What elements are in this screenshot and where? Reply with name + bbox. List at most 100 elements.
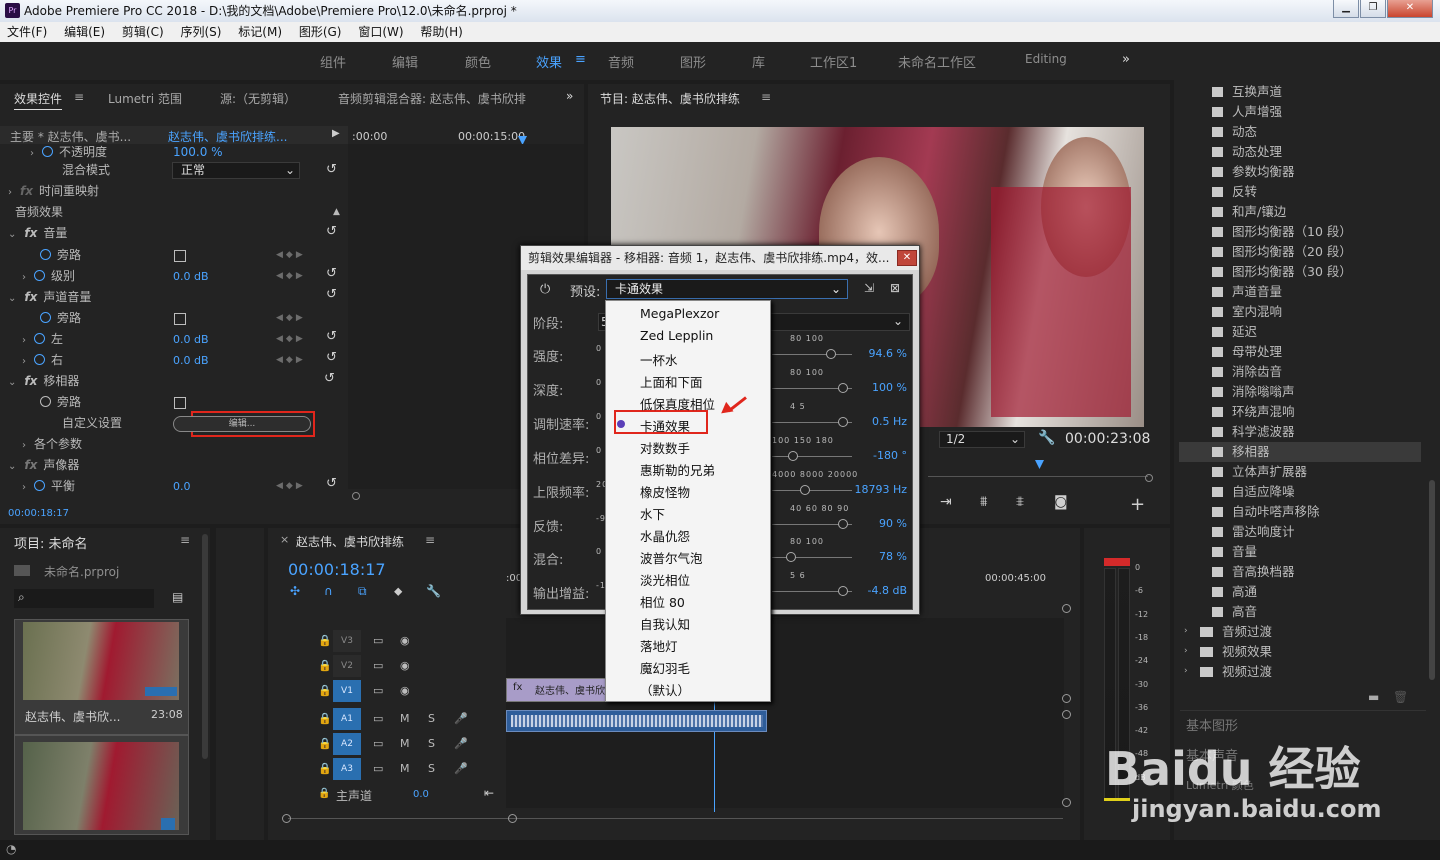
bypass-channel-checkbox[interactable]: [174, 313, 186, 325]
preset-menu-item[interactable]: 橡皮怪物: [640, 482, 690, 501]
master-lock-icon[interactable]: 🔒: [318, 788, 330, 799]
add-marker-icon[interactable]: ⬥: [394, 584, 402, 599]
eye-icon[interactable]: ◉: [400, 684, 410, 697]
effect-item[interactable]: 雷达响度计: [1212, 522, 1417, 542]
keyframe-nav-icon[interactable]: ◀◆▶: [276, 250, 306, 260]
menu-edit[interactable]: 编辑(E): [58, 22, 111, 42]
timeline-vscroll-bottom[interactable]: [1062, 798, 1071, 807]
more-workspaces-icon[interactable]: »: [1122, 52, 1130, 67]
preset-menu-item[interactable]: 上面和下面: [640, 372, 703, 391]
effect-item[interactable]: 室内混响: [1212, 302, 1417, 322]
edit-custom-setup-button[interactable]: 编辑...: [173, 416, 311, 432]
program-monitor-tab[interactable]: 节目: 赵志伟、虞书欣排练: [600, 90, 740, 107]
menu-help[interactable]: 帮助(H): [414, 22, 468, 42]
dialog-slider-track[interactable]: [772, 490, 852, 491]
dialog-slider-knob[interactable]: [838, 417, 848, 427]
sync-lock-icon[interactable]: ▭: [373, 684, 383, 697]
save-preset-icon[interactable]: ⇲: [864, 281, 874, 295]
reset-balance-icon[interactable]: ↺: [326, 476, 337, 491]
timeline-vscroll-mid[interactable]: [1062, 694, 1071, 703]
workspace-tab-untitled[interactable]: 未命名工作区: [898, 52, 976, 71]
effect-item[interactable]: 科学滤波器: [1212, 422, 1417, 442]
preset-menu-item[interactable]: 一杯水: [640, 350, 678, 369]
play-clip-icon[interactable]: ▶: [332, 128, 340, 139]
bypass-volume-checkbox[interactable]: [174, 250, 186, 262]
workspace-tab-editing[interactable]: 编辑: [392, 52, 418, 71]
reset-level-icon[interactable]: ↺: [326, 266, 337, 281]
folder-video-effects[interactable]: 视频效果: [1200, 642, 1405, 662]
sequence-tab[interactable]: 赵志伟、虞书欣排练: [296, 533, 404, 550]
dialog-param-value[interactable]: 90 %: [879, 517, 907, 530]
tab-effect-controls[interactable]: 效果控件: [14, 90, 62, 107]
project-tab[interactable]: 项目: 未命名: [14, 533, 88, 552]
camera-icon[interactable]: ◙: [1054, 494, 1068, 510]
track-target-v2[interactable]: V2: [333, 655, 361, 677]
project-search-input[interactable]: ⌕: [14, 589, 154, 608]
preset-menu-item[interactable]: 卡通效果: [640, 416, 690, 435]
delete-icon[interactable]: 🗑: [1393, 690, 1408, 704]
sync-lock-icon[interactable]: ▭: [373, 762, 383, 775]
playback-resolution-select[interactable]: 1/2 ⌄: [939, 431, 1025, 448]
dialog-slider-knob[interactable]: [786, 552, 796, 562]
new-folder-icon[interactable]: ▬: [1368, 690, 1379, 704]
microphone-icon[interactable]: 🎤: [454, 712, 468, 725]
dialog-slider-knob[interactable]: [788, 451, 798, 461]
tab-lumetri-scopes[interactable]: Lumetri 范围: [108, 90, 182, 107]
timeline-zoom-handle-right[interactable]: [508, 814, 517, 823]
dialog-slider-knob[interactable]: [838, 519, 848, 529]
ec-timecode[interactable]: 00:00:18:17: [8, 508, 69, 519]
new-bin-icon[interactable]: ▤: [172, 590, 183, 604]
nest-icon[interactable]: ✣: [290, 584, 300, 598]
track-target-a3[interactable]: A3: [333, 758, 361, 780]
preset-menu-item[interactable]: 淡光相位: [640, 570, 690, 589]
program-timecode[interactable]: 00:00:23:08: [1065, 431, 1150, 447]
dialog-param-value[interactable]: 18793 Hz: [854, 483, 907, 496]
timeline-vscroll-top[interactable]: [1062, 604, 1071, 613]
menu-sequence[interactable]: 序列(S): [174, 22, 227, 42]
preset-menu-item[interactable]: 低保真度相位: [640, 394, 715, 413]
preset-menu-item[interactable]: 水晶仇怨: [640, 526, 690, 545]
effect-item[interactable]: 母带处理: [1212, 342, 1417, 362]
preset-menu-item[interactable]: 落地灯: [640, 636, 678, 655]
dialog-param-value[interactable]: 100 %: [872, 381, 907, 394]
mute-icon[interactable]: M: [400, 762, 410, 775]
close-window-button[interactable]: ✕: [1387, 0, 1433, 18]
effect-item[interactable]: 互换声道: [1212, 82, 1417, 102]
reset-left-icon[interactable]: ↺: [326, 329, 337, 344]
tab-source[interactable]: 源:（无剪辑）: [220, 90, 296, 107]
preset-menu-item[interactable]: 惠斯勒的兄弟: [640, 460, 715, 479]
workspace-menu-icon[interactable]: ≡: [575, 52, 586, 67]
effect-item[interactable]: 图形均衡器（30 段）: [1212, 262, 1417, 282]
preset-menu-item[interactable]: 自我认知: [640, 614, 690, 633]
reset-blend-icon[interactable]: ↺: [326, 162, 337, 177]
solo-icon[interactable]: S: [428, 762, 435, 775]
dialog-param-value[interactable]: -4.8 dB: [868, 584, 908, 597]
tab-audio-clip-mixer[interactable]: 音频剪辑混合器: 赵志伟、虞书欣排: [338, 90, 526, 107]
sequence-menu-icon[interactable]: ≡: [425, 533, 435, 547]
folder-arrow-icon[interactable]: ›: [1184, 626, 1188, 636]
preset-menu-item[interactable]: Zed Lepplin: [640, 328, 713, 343]
lock-icon[interactable]: 🔒: [318, 737, 332, 750]
dialog-slider-knob[interactable]: [826, 349, 836, 359]
panel-essential-graphics[interactable]: 基本图形: [1186, 715, 1238, 734]
effect-item[interactable]: 消除齿音: [1212, 362, 1417, 382]
preset-menu-item[interactable]: 对数数手: [640, 438, 690, 457]
effect-item[interactable]: 人声增强: [1212, 102, 1417, 122]
menu-graphics[interactable]: 图形(G): [293, 22, 348, 42]
extract-icon[interactable]: ⩨: [1016, 494, 1024, 510]
more-panels-icon[interactable]: »: [566, 89, 573, 103]
workspace-tab-audio[interactable]: 音频: [608, 52, 634, 71]
lock-icon[interactable]: 🔒: [318, 684, 332, 697]
track-target-a1[interactable]: A1: [333, 708, 361, 730]
effects-scrollbar[interactable]: [1429, 480, 1435, 680]
clip-thumbnail-card[interactable]: 赵志伟、虞书欣... 23:08: [14, 619, 189, 735]
audio-clip[interactable]: [506, 710, 767, 732]
dialog-slider-track[interactable]: [772, 456, 852, 457]
folder-arrow-icon[interactable]: ›: [1184, 666, 1188, 676]
keyframe-nav-icon[interactable]: ◀◆▶: [276, 334, 306, 344]
master-track-value[interactable]: 0.0: [413, 789, 429, 800]
program-menu-icon[interactable]: ≡: [761, 90, 771, 104]
workspace-tab-editing-en[interactable]: Editing: [1025, 52, 1067, 66]
effect-item[interactable]: 移相器: [1212, 442, 1417, 462]
sync-lock-icon[interactable]: ▭: [373, 737, 383, 750]
